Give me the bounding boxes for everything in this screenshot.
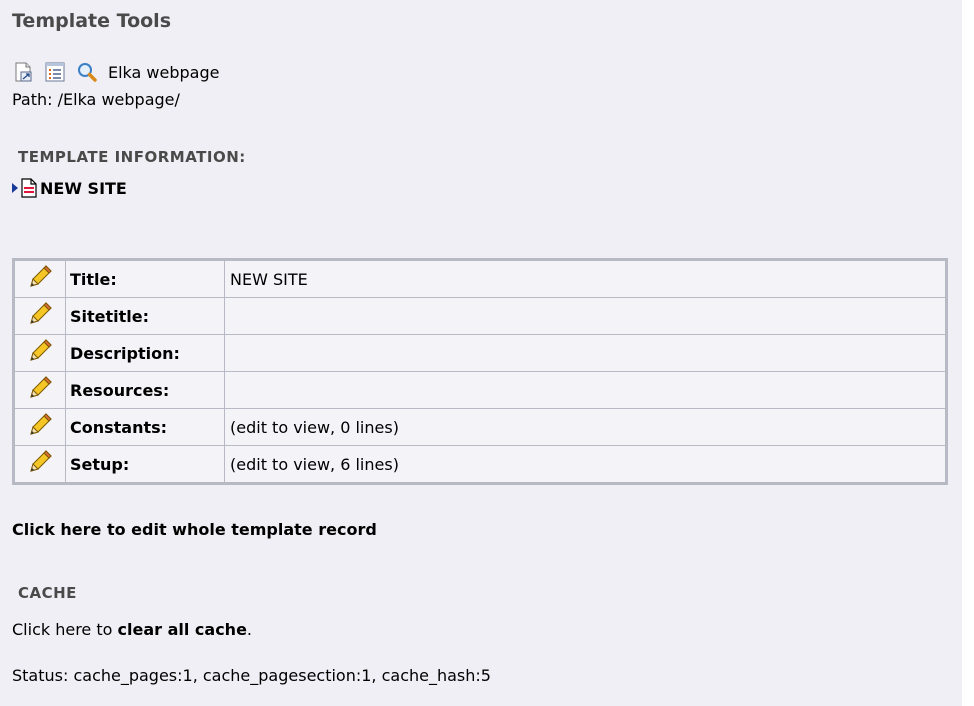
- template-information-heading: TEMPLATE INFORMATION:: [18, 148, 246, 166]
- edit-pencil-icon[interactable]: [27, 338, 53, 368]
- page-name: Elka webpage: [108, 62, 220, 82]
- property-value: (edit to view, 6 lines): [224, 445, 947, 484]
- template-properties-table: Title: NEW SITE Sitetitle: Description: Reso…: [12, 258, 948, 485]
- list-view-icon[interactable]: [44, 61, 66, 83]
- edit-pencil-icon[interactable]: [27, 264, 53, 294]
- edit-whole-record-link[interactable]: Click here to edit whole template record: [12, 520, 377, 539]
- clear-cache-prefix: Click here to: [12, 620, 118, 639]
- edit-cell: [13, 371, 66, 409]
- view-page-icon[interactable]: [12, 61, 34, 83]
- edit-cell: [13, 445, 66, 484]
- edit-cell: [13, 408, 66, 446]
- page-title: Template Tools: [12, 10, 172, 32]
- template-document-icon: [21, 178, 37, 198]
- property-row: Sitetitle:: [13, 297, 947, 335]
- property-label: Setup:: [65, 445, 225, 484]
- property-value: [224, 297, 947, 335]
- property-row: Title: NEW SITE: [13, 259, 947, 298]
- edit-pencil-icon[interactable]: [27, 301, 53, 331]
- edit-pencil-icon[interactable]: [27, 412, 53, 442]
- property-label: Sitetitle:: [65, 297, 225, 335]
- search-icon[interactable]: [76, 61, 98, 83]
- property-value: (edit to view, 0 lines): [224, 408, 947, 446]
- edit-cell: [13, 334, 66, 372]
- property-row: Setup: (edit to view, 6 lines): [13, 445, 947, 484]
- property-value: [224, 334, 947, 372]
- property-row: Description:: [13, 334, 947, 372]
- clear-cache-line: Click here to clear all cache.: [12, 620, 252, 639]
- property-label: Resources:: [65, 371, 225, 409]
- property-label: Description:: [65, 334, 225, 372]
- clear-cache-suffix: .: [246, 620, 253, 639]
- property-label: Constants:: [65, 408, 225, 446]
- cache-status: Status: cache_pages:1, cache_pagesection…: [12, 666, 491, 685]
- template-tools-panel: Template Tools Elka webpage Path: /Elka …: [0, 0, 962, 706]
- template-record[interactable]: NEW SITE: [12, 178, 127, 198]
- property-row: Resources:: [13, 371, 947, 409]
- property-row: Constants: (edit to view, 0 lines): [13, 408, 947, 446]
- edit-pencil-icon[interactable]: [27, 375, 53, 405]
- property-value: NEW SITE: [224, 259, 947, 298]
- clear-all-cache-link[interactable]: clear all cache: [118, 620, 247, 639]
- path: Path: /Elka webpage/: [12, 90, 180, 109]
- edit-cell: [13, 297, 66, 335]
- expand-arrow-icon: [12, 183, 18, 193]
- edit-cell: [13, 259, 66, 298]
- property-label: Title:: [65, 259, 225, 298]
- toolbar: Elka webpage: [12, 60, 219, 84]
- edit-pencil-icon[interactable]: [27, 449, 53, 479]
- property-value: [224, 371, 947, 409]
- template-record-name: NEW SITE: [40, 178, 127, 198]
- cache-heading: CACHE: [18, 584, 77, 602]
